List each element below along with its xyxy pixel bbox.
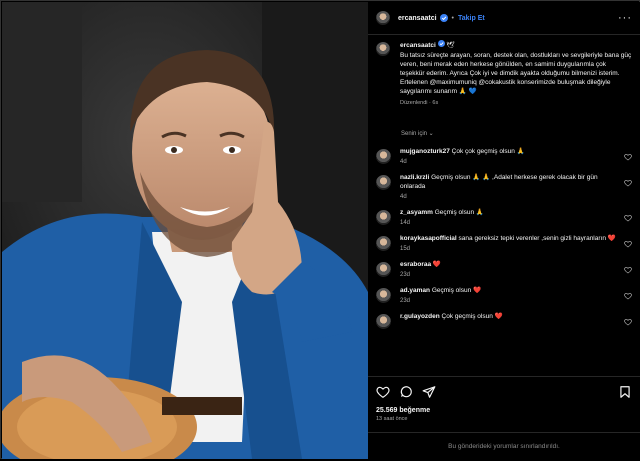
post-time: 13 saat önce [376, 416, 408, 422]
comment-item: mujganozturk27 Çok çok geçmiş olsun 🙏 4d [376, 147, 632, 167]
caption-username[interactable]: ercansaatci [400, 42, 436, 49]
comment-text: Geçmiş olsun ❤️ [431, 287, 482, 294]
heart-icon[interactable] [624, 179, 632, 187]
comments-list: Senin için ⌄ mujganozturk27 Çok çok geçm… [376, 130, 632, 335]
comment-time: 4d [400, 194, 407, 200]
comment-avatar[interactable] [376, 175, 391, 190]
comment-item: r.gulayozden Çok geçmiş olsun ❤️ [376, 312, 632, 329]
post-actions: 25.569 beğenme 13 saat önce [368, 376, 640, 422]
comment-username[interactable]: esraboraa [400, 261, 431, 268]
comment-avatar[interactable] [376, 262, 391, 277]
comment-username[interactable]: mujganozturk27 [400, 148, 450, 155]
comment-text: ❤️ [432, 261, 441, 268]
edited-label: Düzenlendi · 6s [400, 100, 439, 106]
post-modal: ercansaatci • Takip Et ··· ercansaatci 🕊… [0, 0, 640, 459]
comment-username[interactable]: ad.yaman [400, 287, 430, 294]
heart-icon[interactable] [624, 214, 632, 222]
share-icon[interactable] [422, 385, 436, 399]
comment-username[interactable]: r.gulayozden [400, 313, 440, 320]
comment-text: Geçmiş olsun 🙏 🙏 ,Adalet herkese gerek o… [400, 174, 598, 190]
comment-item: ad.yaman Geçmiş olsun ❤️ 23d [376, 286, 632, 306]
post-header: ercansaatci • Takip Et ··· [368, 2, 640, 35]
caption-avatar[interactable] [376, 42, 390, 56]
post-side-panel: ercansaatci • Takip Et ··· ercansaatci 🕊… [368, 2, 640, 459]
heart-icon[interactable] [624, 266, 632, 274]
comment-username[interactable]: z_asyamm [400, 209, 433, 216]
caption-emoji: 🕊 [446, 42, 455, 49]
save-icon[interactable] [618, 385, 632, 399]
heart-icon[interactable] [624, 292, 632, 300]
post-photo [2, 2, 368, 459]
comment-item: nazli.krzli Geçmiş olsun 🙏 🙏 ,Adalet her… [376, 173, 632, 202]
comment-avatar[interactable] [376, 288, 391, 303]
comment-avatar[interactable] [376, 236, 391, 251]
comment-text: Çok geçmiş olsun ❤️ [441, 313, 503, 320]
comments-restricted-notice: Bu gönderideki yorumlar sınırlandırıldı. [368, 432, 640, 460]
verified-icon [437, 40, 445, 47]
heart-icon[interactable] [624, 318, 632, 326]
avatar[interactable] [376, 11, 390, 25]
comment-icon[interactable] [399, 385, 413, 399]
like-count[interactable]: 25.569 beğenme [376, 407, 632, 414]
comment-text: Çok çok geçmiş olsun 🙏 [451, 148, 525, 155]
comment-item: z_asyamm Geçmiş olsun 🙏 14d [376, 208, 632, 228]
caption: ercansaatci 🕊 Bu tatsız süreçte arayan, … [376, 40, 632, 108]
dot-separator: • [451, 14, 454, 22]
comment-time: 23d [400, 272, 411, 278]
caption-text: Bu tatsız süreçte arayan, soran, destek … [400, 52, 632, 95]
comment-username[interactable]: nazli.krzli [400, 174, 429, 181]
heart-icon[interactable] [624, 153, 632, 161]
comment-avatar[interactable] [376, 210, 391, 225]
follow-button[interactable]: Takip Et [458, 15, 485, 22]
portrait-illustration [2, 2, 368, 459]
comment-avatar[interactable] [376, 149, 391, 164]
comment-item: esraboraa ❤️ 23d [376, 260, 632, 280]
verified-icon [439, 14, 448, 22]
heart-icon[interactable] [376, 385, 390, 399]
comment-time: 23d [400, 298, 411, 304]
comment-time: 14d [400, 220, 411, 226]
comment-item: koraykasapofficial sana gereksiz tepki v… [376, 234, 632, 254]
comment-text: Geçmiş olsun 🙏 [434, 209, 484, 216]
more-icon[interactable]: ··· [618, 12, 632, 24]
username[interactable]: ercansaatci [398, 15, 437, 22]
comment-text: sana gereksiz tepki verenler ,senin gizl… [458, 235, 616, 242]
comment-username[interactable]: koraykasapofficial [400, 235, 457, 242]
heart-icon[interactable] [624, 240, 632, 248]
comment-time: 15d [400, 246, 411, 252]
comment-avatar[interactable] [376, 314, 391, 329]
comment-time: 4d [400, 159, 407, 165]
sort-dropdown[interactable]: Senin için ⌄ [401, 130, 632, 137]
